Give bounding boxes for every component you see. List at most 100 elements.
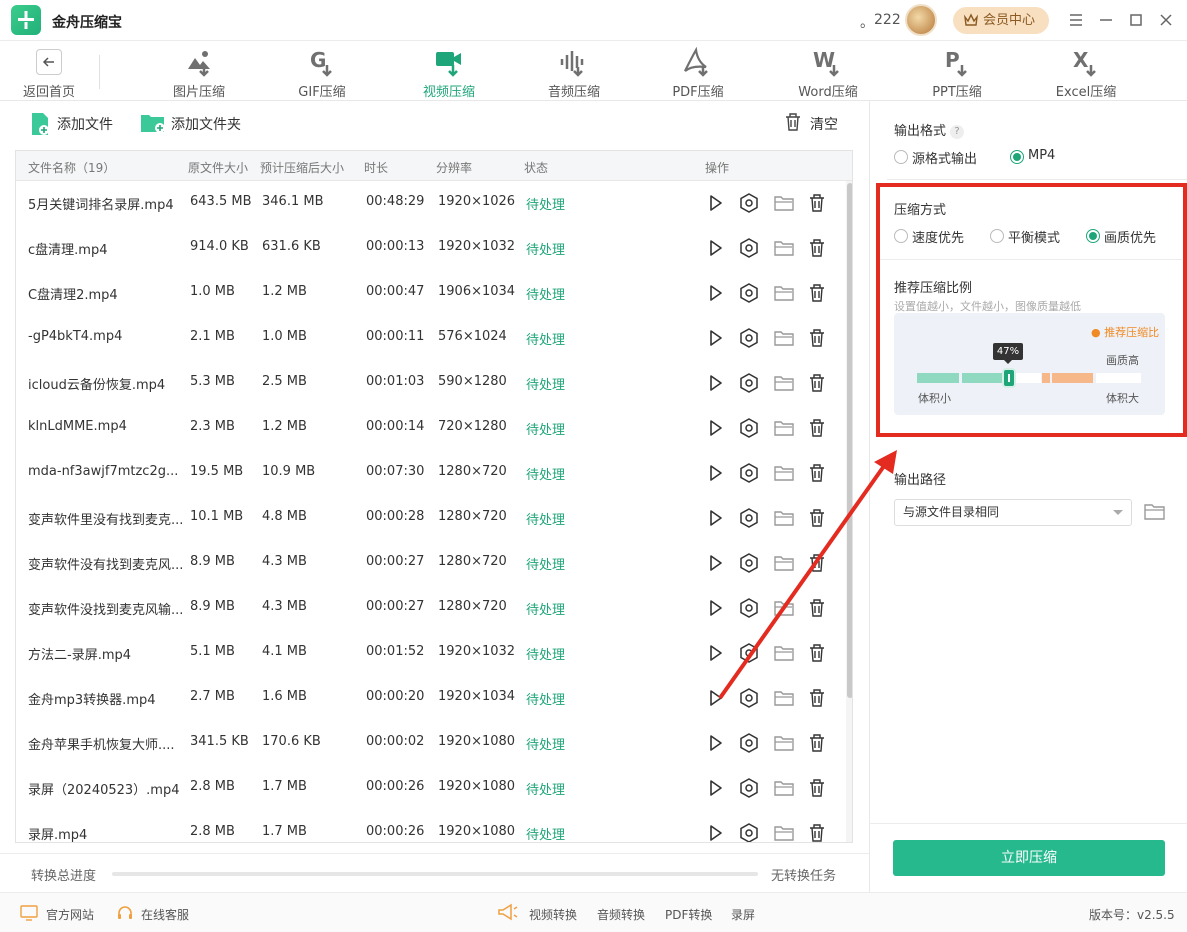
avatar[interactable]	[905, 4, 937, 36]
play-icon[interactable]	[704, 417, 726, 439]
start-compress-button[interactable]: 立即压缩	[893, 840, 1165, 876]
settings-icon[interactable]	[738, 462, 760, 484]
play-icon[interactable]	[704, 822, 726, 842]
table-scrollbar[interactable]	[846, 181, 852, 842]
radio-source-format[interactable]: 源格式输出	[894, 148, 977, 167]
trash-icon[interactable]	[806, 642, 828, 664]
settings-icon[interactable]	[738, 282, 760, 304]
screen-record-link[interactable]: 录屏	[731, 906, 755, 923]
table-row[interactable]: mda-nf3awjf7mtzc2g... 19.5 MB 10.9 MB 00:07…	[16, 451, 846, 496]
menu-icon[interactable]	[1065, 9, 1087, 31]
table-row[interactable]: C盘清理2.mp4 1.0 MB 1.2 MB 00:00:47 1906×1034 待处…	[16, 271, 846, 316]
play-icon[interactable]	[704, 282, 726, 304]
tab-audio-compress[interactable]: 音频压缩	[534, 41, 614, 101]
table-row[interactable]: 录屏.mp4 2.8 MB 1.7 MB 00:00:26 1920×1080 待处理	[16, 811, 846, 842]
settings-icon[interactable]	[738, 372, 760, 394]
settings-icon[interactable]	[738, 597, 760, 619]
folder-icon[interactable]	[773, 642, 795, 664]
col-original-size[interactable]: 原文件大小	[188, 159, 248, 176]
col-estimated-size[interactable]: 预计压缩后大小	[260, 159, 344, 176]
table-row[interactable]: 5月关键词排名录屏.mp4 643.5 MB 346.1 MB 00:48:29 192…	[16, 181, 846, 226]
folder-icon[interactable]	[773, 732, 795, 754]
settings-icon[interactable]	[738, 642, 760, 664]
col-resolution[interactable]: 分辨率	[436, 159, 472, 176]
pdf-convert-link[interactable]: PDF转换	[665, 906, 712, 923]
settings-icon[interactable]	[738, 822, 760, 842]
settings-icon[interactable]	[738, 327, 760, 349]
folder-icon[interactable]	[773, 417, 795, 439]
table-row[interactable]: 变声软件没有找到麦克风... 8.9 MB 4.3 MB 00:00:27 1280×7…	[16, 541, 846, 586]
settings-icon[interactable]	[738, 507, 760, 529]
table-row[interactable]: c盘清理.mp4 914.0 KB 631.6 KB 00:00:13 1920×103…	[16, 226, 846, 271]
settings-icon[interactable]	[738, 192, 760, 214]
settings-icon[interactable]	[738, 552, 760, 574]
output-path-select[interactable]: 与源文件目录相同	[894, 499, 1132, 526]
play-icon[interactable]	[704, 507, 726, 529]
close-icon[interactable]	[1155, 9, 1177, 31]
tab-image-compress[interactable]: 图片压缩	[159, 41, 239, 101]
trash-icon[interactable]	[806, 732, 828, 754]
play-icon[interactable]	[704, 237, 726, 259]
play-icon[interactable]	[704, 192, 726, 214]
play-icon[interactable]	[704, 777, 726, 799]
col-name[interactable]: 文件名称（19）	[28, 159, 115, 176]
back-home-button[interactable]: 返回首页	[8, 41, 90, 101]
table-row[interactable]: 变声软件里没有找到麦克... 10.1 MB 4.8 MB 00:00:28 1280×…	[16, 496, 846, 541]
radio-mp4[interactable]: MP4	[1010, 148, 1055, 164]
trash-icon[interactable]	[806, 372, 828, 394]
folder-icon[interactable]	[773, 327, 795, 349]
trash-icon[interactable]	[806, 552, 828, 574]
settings-icon[interactable]	[738, 732, 760, 754]
settings-icon[interactable]	[738, 687, 760, 709]
play-icon[interactable]	[704, 642, 726, 664]
trash-icon[interactable]	[806, 462, 828, 484]
play-icon[interactable]	[704, 552, 726, 574]
folder-icon[interactable]	[773, 282, 795, 304]
trash-icon[interactable]	[806, 327, 828, 349]
trash-icon[interactable]	[806, 507, 828, 529]
settings-icon[interactable]	[738, 237, 760, 259]
audio-convert-link[interactable]: 音频转换	[597, 906, 645, 923]
vip-center-button[interactable]: 会员中心	[953, 7, 1049, 34]
scrollbar-thumb[interactable]	[847, 183, 852, 698]
col-status[interactable]: 状态	[524, 159, 548, 176]
folder-icon[interactable]	[773, 777, 795, 799]
tab-ppt-compress[interactable]: P PPT压缩	[917, 41, 997, 101]
play-icon[interactable]	[704, 687, 726, 709]
settings-icon[interactable]	[738, 417, 760, 439]
trash-icon[interactable]	[806, 822, 828, 842]
folder-icon[interactable]	[773, 192, 795, 214]
table-row[interactable]: 变声软件没找到麦克风输... 8.9 MB 4.3 MB 00:00:27 1280×7…	[16, 586, 846, 631]
tab-video-compress[interactable]: 视频压缩	[409, 41, 489, 101]
table-row[interactable]: -gP4bkT4.mp4 2.1 MB 1.0 MB 00:00:11 576×1024…	[16, 316, 846, 361]
tab-word-compress[interactable]: W Word压缩	[788, 41, 868, 101]
video-convert-link[interactable]: 视频转换	[529, 906, 577, 923]
table-row[interactable]: klnLdMME.mp4 2.3 MB 1.2 MB 00:00:14 720×1280…	[16, 406, 846, 451]
add-file-button[interactable]: 添加文件	[30, 113, 113, 135]
folder-icon[interactable]	[773, 552, 795, 574]
play-icon[interactable]	[704, 372, 726, 394]
open-folder-icon[interactable]	[1144, 502, 1166, 526]
add-folder-button[interactable]: 添加文件夹	[140, 114, 241, 134]
table-row[interactable]: 方法二-录屏.mp4 5.1 MB 4.1 MB 00:01:52 1920×1032 待…	[16, 631, 846, 676]
online-support-link[interactable]: 在线客服	[116, 906, 189, 923]
tab-gif-compress[interactable]: G GIF压缩	[282, 41, 362, 101]
maximize-icon[interactable]	[1125, 9, 1147, 31]
official-website-link[interactable]: 官方网站	[20, 905, 94, 923]
folder-icon[interactable]	[773, 687, 795, 709]
table-row[interactable]: 金舟苹果手机恢复大师.... 341.5 KB 170.6 KB 00:00:02 19…	[16, 721, 846, 766]
minimize-icon[interactable]	[1095, 9, 1117, 31]
col-duration[interactable]: 时长	[364, 159, 388, 176]
folder-icon[interactable]	[773, 597, 795, 619]
table-row[interactable]: icloud云备份恢复.mp4 5.3 MB 2.5 MB 00:01:03 590×1…	[16, 361, 846, 406]
folder-icon[interactable]	[773, 237, 795, 259]
table-row[interactable]: 金舟mp3转换器.mp4 2.7 MB 1.6 MB 00:00:20 1920×103…	[16, 676, 846, 721]
help-icon[interactable]: ?	[950, 125, 965, 139]
play-icon[interactable]	[704, 327, 726, 349]
folder-icon[interactable]	[773, 372, 795, 394]
settings-icon[interactable]	[738, 777, 760, 799]
clear-button[interactable]: 清空	[784, 113, 838, 134]
table-row[interactable]: 录屏（20240523）.mp4 2.8 MB 1.7 MB 00:00:26 1920…	[16, 766, 846, 811]
trash-icon[interactable]	[806, 192, 828, 214]
play-icon[interactable]	[704, 597, 726, 619]
